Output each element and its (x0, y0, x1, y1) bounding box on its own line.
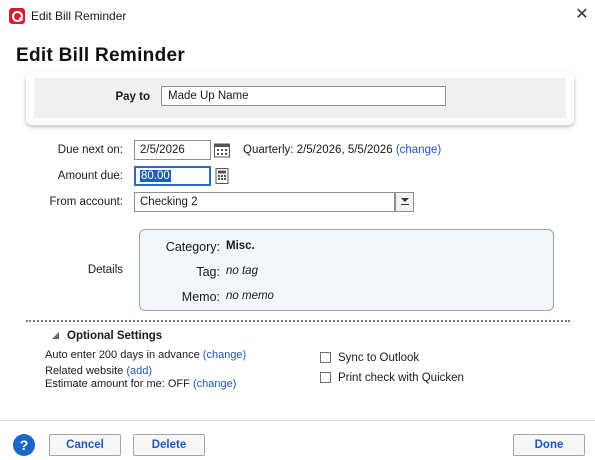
due-next-on-label: Due next on: (57, 144, 123, 156)
pay-to-card: Pay to Made Up Name (26, 72, 574, 125)
delete-button[interactable]: Delete (133, 434, 205, 456)
memo-value: no memo (226, 290, 274, 302)
pay-to-input[interactable]: Made Up Name (161, 86, 446, 106)
collapse-triangle-icon[interactable] (52, 332, 60, 340)
quicken-logo-icon (9, 8, 25, 24)
cancel-button[interactable]: Cancel (49, 434, 121, 456)
window-title: Edit Bill Reminder (31, 9, 127, 23)
amount-due-label: Amount due: (57, 170, 123, 182)
print-check-label[interactable]: Print check with Quicken (338, 372, 464, 384)
due-date-input[interactable]: 2/5/2026 (134, 140, 211, 160)
section-divider (26, 320, 570, 322)
estimate-setting: Estimate amount for me: OFF (change) (45, 378, 236, 390)
page-title: Edit Bill Reminder (16, 45, 186, 66)
details-label: Details (87, 264, 123, 276)
change-schedule-link[interactable]: (change) (396, 144, 441, 156)
optional-settings-title[interactable]: Optional Settings (67, 330, 162, 342)
estimate-text: Estimate amount for me: OFF (45, 378, 190, 390)
from-account-select[interactable]: Checking 2 (134, 192, 395, 212)
pay-to-label: Pay to (115, 91, 150, 103)
done-button[interactable]: Done (513, 434, 585, 456)
print-check-checkbox[interactable] (320, 372, 331, 383)
from-account-label: From account: (49, 196, 124, 208)
memo-label: Memo: (181, 290, 220, 304)
details-panel[interactable]: Category: Misc. Tag: no tag Memo: no mem… (139, 229, 554, 311)
calendar-icon[interactable] (213, 141, 231, 159)
amount-due-value: 80.00 (140, 170, 171, 182)
schedule-summary: Quarterly: 2/5/2026, 5/5/2026 (change) (243, 144, 441, 156)
category-value: Misc. (226, 240, 255, 252)
tag-label: Tag: (196, 265, 220, 279)
related-website-setting: Related website (add) (45, 365, 152, 377)
calculator-icon[interactable] (214, 167, 232, 185)
chevron-down-icon[interactable] (395, 192, 414, 212)
schedule-text: Quarterly: 2/5/2026, 5/5/2026 (243, 144, 393, 156)
close-icon[interactable]: ✕ (573, 6, 591, 24)
title-bar: Edit Bill Reminder ✕ (0, 0, 595, 33)
auto-enter-text: Auto enter 200 days in advance (45, 349, 200, 361)
related-website-text: Related website (45, 365, 124, 377)
sync-outlook-checkbox[interactable] (320, 352, 331, 363)
related-website-add-link[interactable]: (add) (126, 365, 152, 377)
help-icon[interactable]: ? (13, 434, 35, 456)
amount-due-input[interactable]: 80.00 (134, 166, 211, 186)
auto-enter-change-link[interactable]: (change) (203, 349, 246, 361)
tag-value: no tag (226, 265, 258, 277)
pay-to-panel: Pay to Made Up Name (34, 78, 566, 118)
sync-outlook-label[interactable]: Sync to Outlook (338, 352, 419, 364)
auto-enter-setting: Auto enter 200 days in advance (change) (45, 349, 246, 361)
category-label: Category: (165, 240, 220, 254)
estimate-change-link[interactable]: (change) (193, 378, 236, 390)
